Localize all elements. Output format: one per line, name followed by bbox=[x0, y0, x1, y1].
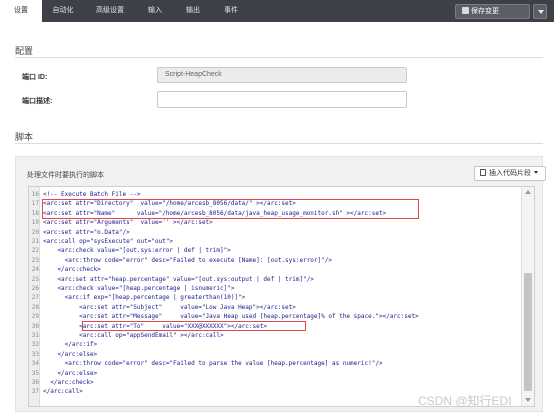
code-line: 20 <arc:set attr="o.Data"/> bbox=[31, 228, 130, 236]
tab-advanced-settings[interactable]: 高级设置 bbox=[84, 0, 136, 22]
scroll-thumb[interactable] bbox=[524, 273, 532, 391]
config-section-title: 配置 bbox=[15, 46, 34, 56]
editor-scrollbar[interactable] bbox=[521, 187, 534, 406]
script-panel-label: 处理文件时要执行的脚本 bbox=[27, 172, 104, 179]
code-line: 26 <arc:check value="[heap.percentage | … bbox=[31, 285, 235, 292]
port-id-label: 端口 ID: bbox=[22, 74, 48, 81]
save-changes-button[interactable]: 保存变更 bbox=[455, 4, 530, 19]
scroll-down-icon[interactable] bbox=[525, 398, 531, 402]
code-line: 36 </arc:check> bbox=[31, 379, 94, 386]
code-line: 21 <arc:call op="sysExecute" out="out"> bbox=[31, 238, 174, 245]
code-line: 24 </arc:check> bbox=[31, 266, 101, 274]
save-icon bbox=[462, 7, 469, 14]
insert-snippet-button[interactable]: 插入代码片段 bbox=[474, 166, 546, 181]
code-line: 33 </arc:else> bbox=[31, 350, 98, 358]
highlight-box-directory-name bbox=[42, 199, 419, 219]
code-line: 32 </arc:if> bbox=[31, 341, 98, 349]
scroll-up-icon[interactable] bbox=[525, 190, 531, 194]
code-line: 31 <arc:call op="appSendEmail" ></arc:ca… bbox=[31, 332, 224, 339]
code-line: 23 <arc:throw code="error" desc="Failed … bbox=[31, 256, 332, 264]
insert-snippet-label: 插入代码片段 bbox=[489, 170, 531, 177]
code-line: 25 <arc:set attr="heap.percentage" value… bbox=[31, 275, 314, 283]
save-options-dropdown[interactable] bbox=[533, 4, 547, 19]
snippet-icon bbox=[480, 169, 486, 176]
port-id-field: Script-HeapCheck bbox=[157, 67, 407, 83]
save-label: 保存变更 bbox=[471, 8, 499, 15]
code-line: 35 </arc:else> bbox=[31, 369, 98, 377]
code-line: 19 <arc:set attr="Arguments" value='' ></… bbox=[31, 219, 213, 227]
script-section-title: 脚本 bbox=[15, 132, 34, 142]
top-tab-bar: 设置 自动化 高级设置 输入 输出 事件 保存变更 bbox=[0, 0, 554, 22]
tab-output[interactable]: 输出 bbox=[174, 0, 212, 22]
chevron-down-icon bbox=[534, 171, 538, 174]
tab-automation[interactable]: 自动化 bbox=[42, 0, 84, 22]
code-line: 34 <arc:throw code="error" desc="Failed … bbox=[31, 360, 383, 368]
config-divider bbox=[15, 57, 543, 58]
csdn-watermark: CSDN @知行EDI bbox=[418, 394, 512, 408]
code-editor[interactable]: 16 <!-- Execute Batch File --> 17 <arc:set… bbox=[28, 186, 535, 407]
tab-settings[interactable]: 设置 bbox=[0, 0, 42, 22]
code-line: 22 <arc:check value="[out.sys:error | de… bbox=[31, 247, 231, 255]
code-line: 28 <arc:set attr="Subject" value="Low Ja… bbox=[31, 303, 296, 311]
tab-input[interactable]: 输入 bbox=[136, 0, 174, 22]
tab-events[interactable]: 事件 bbox=[212, 0, 250, 22]
port-desc-field[interactable] bbox=[157, 91, 407, 108]
port-desc-label: 端口描述: bbox=[22, 98, 53, 105]
code-line: 16 <!-- Execute Batch File --> bbox=[31, 191, 141, 198]
highlight-box-to-address bbox=[82, 321, 306, 331]
script-divider bbox=[15, 143, 543, 144]
code-line: 27 <arc:if exp="[heap.percentage | great… bbox=[31, 294, 246, 302]
